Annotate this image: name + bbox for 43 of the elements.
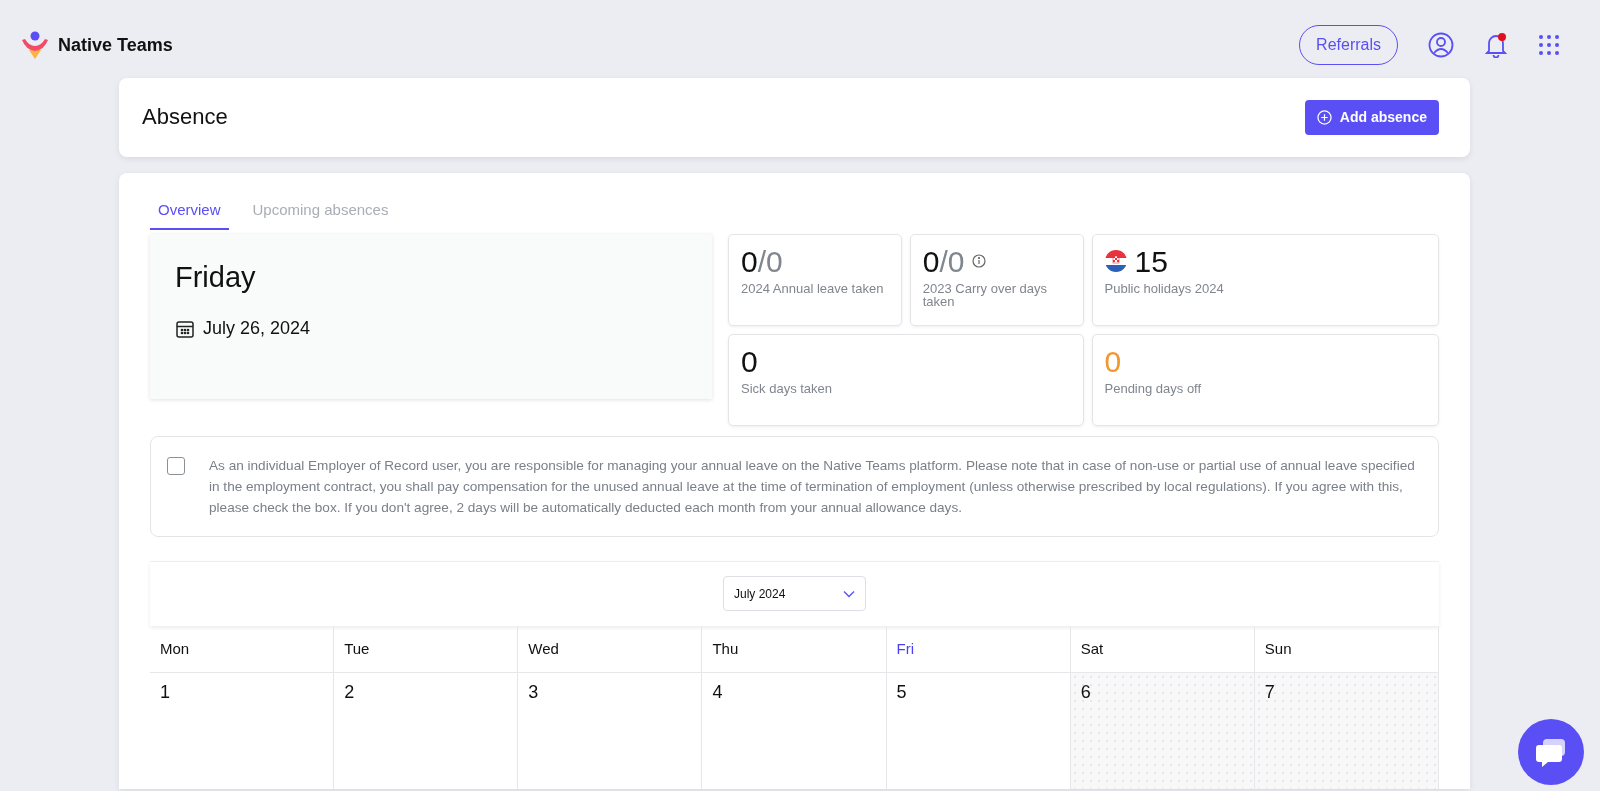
profile-icon[interactable] xyxy=(1428,32,1454,58)
logo-icon xyxy=(20,30,50,60)
stat-label: Public holidays 2024 xyxy=(1104,281,1225,295)
flag-icon xyxy=(1104,250,1127,272)
date-text: July 26, 2024 xyxy=(203,317,311,340)
apps-grid-icon[interactable] xyxy=(1538,34,1560,56)
day-cell[interactable]: 2 xyxy=(334,672,519,789)
stat-label: 2023 Carry over days taken xyxy=(922,281,1049,308)
day-cell[interactable]: 6 xyxy=(1070,672,1255,789)
add-absence-button[interactable]: Add absence xyxy=(1304,100,1439,135)
info-icon[interactable] xyxy=(972,254,987,268)
stat-value: 0 xyxy=(1104,344,1122,378)
day-cell[interactable]: 7 xyxy=(1254,672,1439,789)
weekday-header: Sat xyxy=(1070,625,1255,673)
stat-label: 2024 Annual leave taken xyxy=(741,281,885,295)
chat-bubble-icon xyxy=(1534,736,1568,768)
notification-bell-icon[interactable] xyxy=(1484,32,1508,58)
month-select[interactable]: July 2024 xyxy=(723,576,866,611)
weekday-header: Fri xyxy=(886,625,1071,673)
stat-value: 15 xyxy=(1134,244,1168,278)
stat-label: Sick days taken xyxy=(741,381,834,395)
agree-checkbox[interactable] xyxy=(167,456,185,475)
weekday-header: Wed xyxy=(518,625,703,673)
weekday-header: Sun xyxy=(1254,625,1439,673)
calendar-icon xyxy=(175,318,195,339)
day-cell[interactable]: 5 xyxy=(886,672,1071,789)
stat-value: 0/0 xyxy=(741,244,783,278)
day-cell[interactable]: 1 xyxy=(150,672,335,789)
brand-name: Native Teams xyxy=(58,33,173,57)
stat-value: 0 xyxy=(741,344,758,378)
stat-value: 0/0 xyxy=(922,244,965,278)
weekday-header: Tue xyxy=(334,625,519,673)
weekday-header: Mon xyxy=(150,625,335,673)
plus-circle-icon xyxy=(1316,110,1332,125)
day-cell[interactable]: 4 xyxy=(702,672,887,789)
tab[interactable]: Overview xyxy=(150,193,229,230)
chevron-down-icon xyxy=(843,589,855,598)
notice-text: As an individual Employer of Record user, you are responsible for managing your annual leave on the Native Teams platform. Please note that in case of non-use or partial use of annual leave specified in the employment contract, you shall pay compensation for the unused annual leave at the time of termination of employment (unless otherwise prescribed by local regulations). If you agree with this, please check the box. If you don't agree, 2 days will be automatically deducted each month from your annual allowance days. xyxy=(209,456,1416,517)
stat-label: Pending days off xyxy=(1104,381,1203,395)
page-title: Absence xyxy=(142,104,228,131)
day-cell[interactable]: 3 xyxy=(518,672,703,789)
weekday-text: Friday xyxy=(175,259,257,295)
weekday-header: Thu xyxy=(702,625,887,673)
